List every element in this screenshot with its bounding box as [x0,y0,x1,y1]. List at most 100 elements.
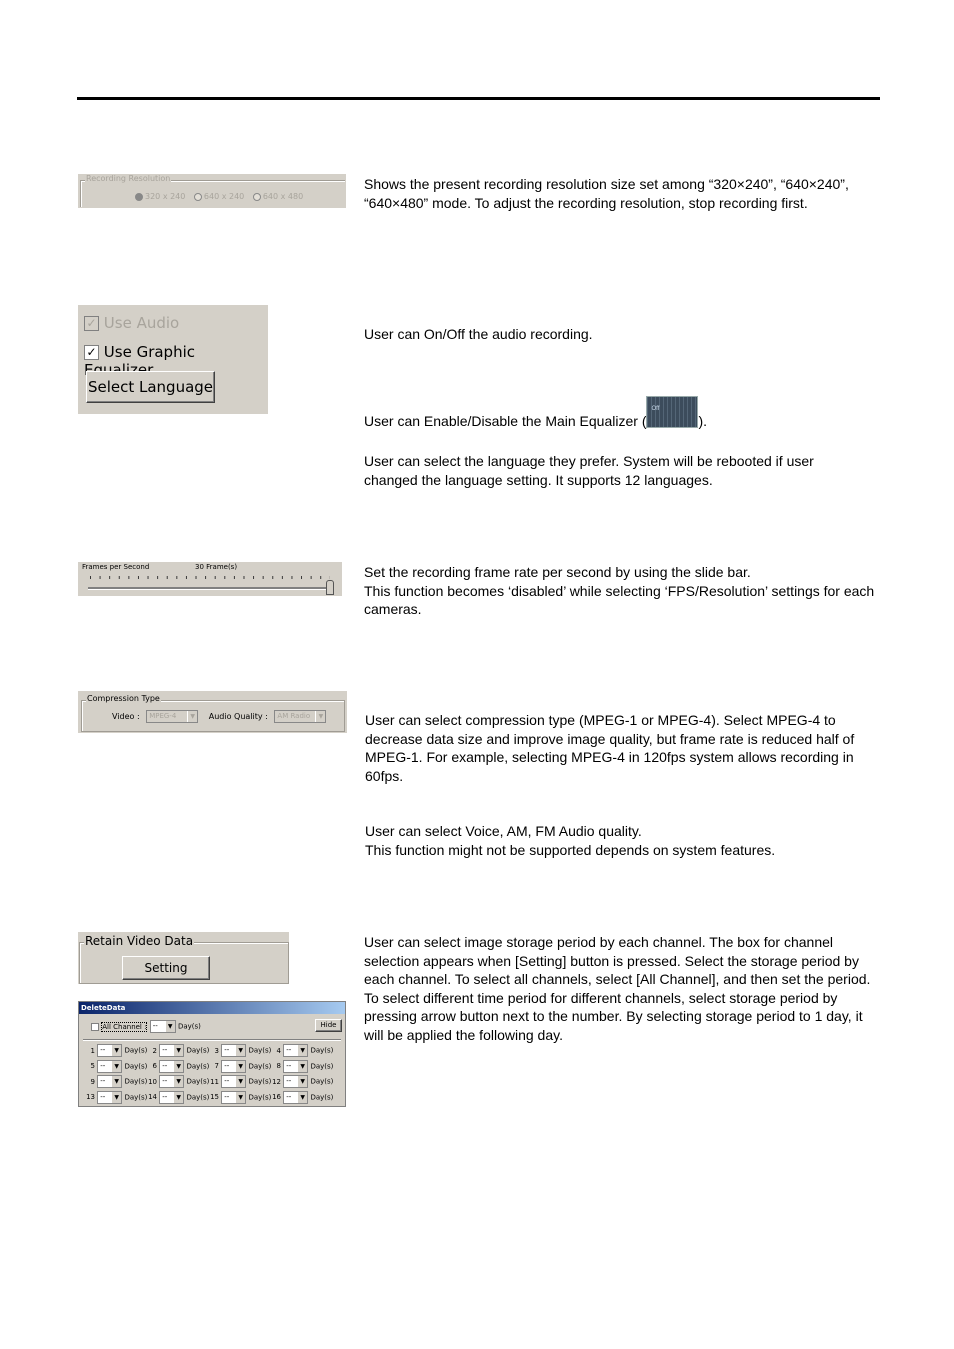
channel-row-11: 11 -- ▼ Day(s) [209,1075,271,1088]
channel-days-select[interactable]: -- ▼ [159,1059,185,1073]
all-channel-checkbox[interactable] [91,1022,99,1031]
channel-days-select[interactable]: -- ▼ [97,1090,123,1104]
chevron-down-icon[interactable]: ▼ [297,1076,308,1087]
chevron-down-icon[interactable]: ▼ [297,1060,308,1072]
use-eq-checkbox[interactable]: ✓ [84,345,99,360]
channel-days-select[interactable]: -- ▼ [221,1059,247,1073]
radio-label: 320 x 240 [145,192,186,201]
select-value: -- [100,1092,106,1101]
channel-row-5: 5 -- ▼ Day(s) [85,1059,147,1073]
use-audio-checkbox[interactable]: ✓ [84,316,99,331]
channel-number: 3 [214,1046,219,1055]
channel-days-select[interactable]: -- ▼ [159,1090,185,1104]
chevron-down-icon[interactable]: ▼ [173,1091,184,1103]
equalizer-icon: Off [646,396,699,428]
channel-row-1: 1 -- ▼ Day(s) [85,1044,147,1057]
channel-days-select[interactable]: -- ▼ [97,1075,123,1088]
select-value: -- [162,1046,168,1054]
audio-quality-desc-2: This function might not be supported dep… [365,841,776,858]
compression-panel: Compression Type Video : MPEG-4 ▼ Audio Q… [78,691,347,733]
select-value: -- [286,1077,292,1085]
header-rule [77,97,880,100]
days-label: Day(s) [177,1022,201,1031]
select-value: -- [224,1077,230,1085]
select-value: -- [224,1092,230,1101]
select-value: -- [152,1022,158,1030]
radio-320x240[interactable] [135,192,143,201]
radio-640x480[interactable] [252,192,261,201]
channel-number: 6 [152,1062,157,1070]
chevron-down-icon[interactable]: ▼ [235,1060,246,1072]
fps-ticks [90,576,330,579]
chevron-down-icon[interactable]: ▼ [173,1045,184,1056]
channel-days-select[interactable]: -- ▼ [159,1075,185,1088]
channel-days-select[interactable]: -- ▼ [159,1044,185,1057]
equalizer-off-label: Off [651,406,660,412]
days-label: Day(s) [248,1077,272,1086]
chevron-down-icon[interactable]: ▼ [111,1045,122,1056]
video-label: Video : [112,712,140,721]
audio-quality-select[interactable]: AM Radio ▼ [274,710,327,723]
channel-row-6: 6 -- ▼ Day(s) [147,1059,209,1073]
channel-number: 10 [148,1077,157,1086]
channel-days-select[interactable]: -- ▼ [221,1090,247,1104]
chevron-down-icon[interactable]: ▼ [187,711,198,722]
days-label: Day(s) [310,1077,334,1086]
channel-number: 16 [272,1093,281,1101]
chevron-down-icon[interactable]: ▼ [235,1045,246,1056]
channel-days-select[interactable]: -- ▼ [97,1059,123,1073]
channel-number: 8 [276,1062,281,1070]
language-desc: User can select the language they prefer… [364,453,814,488]
hide-button[interactable]: Hide [315,1019,342,1032]
chevron-down-icon[interactable]: ▼ [173,1076,184,1087]
chevron-down-icon[interactable]: ▼ [111,1060,122,1072]
channel-row-10: 10 -- ▼ Day(s) [147,1075,209,1088]
recording-resolution-desc: Shows the present recording resolution s… [364,176,849,211]
audio-panel: ✓ Use Audio ✓ Use Graphic Equalizer Sele… [78,305,268,414]
channel-number: 2 [152,1046,157,1055]
days-label: Day(s) [248,1093,272,1101]
retain-video-panel: Retain Video Data Setting [78,932,289,984]
channel-days-select[interactable]: -- ▼ [283,1075,309,1088]
days-label: Day(s) [310,1062,334,1070]
channel-days-select[interactable]: -- ▼ [221,1044,247,1057]
days-label: Day(s) [186,1046,210,1055]
channel-days-select[interactable]: -- ▼ [283,1059,309,1073]
chevron-down-icon[interactable]: ▼ [297,1091,308,1103]
select-value: -- [100,1046,106,1054]
select-language-button[interactable]: Select Language [86,371,215,403]
delete-data-titlebar: DeleteData [79,1002,345,1014]
divider [83,1039,341,1041]
all-channel-select[interactable]: -- ▼ [149,1020,176,1033]
audio-quality-desc: User can select Voice, AM, FM Audio qual… [365,822,875,859]
channel-number: 11 [210,1077,219,1086]
chevron-down-icon[interactable]: ▼ [164,1021,175,1032]
video-select[interactable]: MPEG-4 ▼ [146,710,199,723]
chevron-down-icon[interactable]: ▼ [315,711,326,722]
select-value: -- [100,1061,106,1070]
days-label: Day(s) [124,1077,148,1086]
fps-slider-track[interactable] [88,587,330,590]
chevron-down-icon[interactable]: ▼ [235,1091,246,1103]
channel-days-select[interactable]: -- ▼ [283,1090,309,1104]
channel-number: 14 [148,1093,157,1101]
radio-640x240[interactable] [193,192,202,201]
eq-desc-end: ). [698,413,708,429]
fps-label: Frames per Second [82,563,150,571]
fps-panel: Frames per Second 30 Frame(s) [78,562,342,596]
setting-button[interactable]: Setting [122,956,210,980]
channel-days-select[interactable]: -- ▼ [221,1075,247,1088]
channel-days-select[interactable]: -- ▼ [283,1044,309,1057]
chevron-down-icon[interactable]: ▼ [235,1076,246,1087]
retain-title: Retain Video Data [84,934,195,948]
radio-label: 640 x 240 [203,192,245,201]
video-value: MPEG-4 [149,712,177,720]
chevron-down-icon[interactable]: ▼ [111,1091,122,1103]
channel-row-16: 16 -- ▼ Day(s) [271,1090,333,1104]
fps-slider-thumb[interactable] [326,580,334,595]
chevron-down-icon[interactable]: ▼ [297,1045,308,1056]
chevron-down-icon[interactable]: ▼ [111,1076,122,1087]
channel-days-select[interactable]: -- ▼ [97,1044,123,1057]
channel-number: 12 [272,1077,281,1086]
chevron-down-icon[interactable]: ▼ [173,1060,184,1072]
